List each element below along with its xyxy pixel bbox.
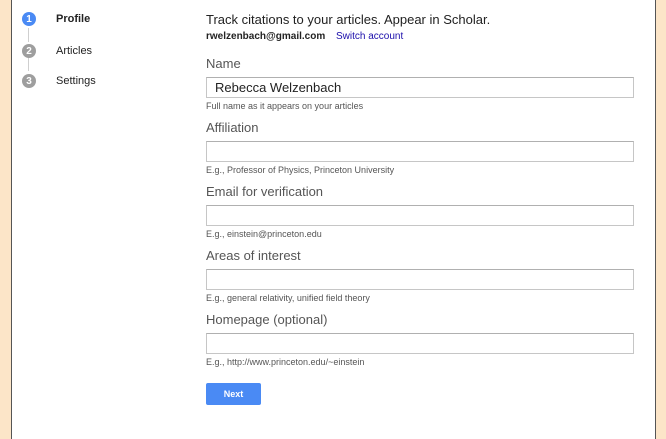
step-number: 1: [22, 12, 36, 26]
profile-form: Track citations to your articles. Appear…: [206, 12, 636, 405]
step-connector: [28, 28, 29, 42]
email-label: Email for verification: [206, 184, 324, 199]
name-label: Name: [206, 56, 241, 71]
interests-input[interactable]: [206, 269, 634, 290]
step-number: 3: [22, 74, 36, 88]
email-help: E.g., einstein@princeton.edu: [206, 229, 322, 239]
next-button[interactable]: Next: [206, 383, 261, 405]
affiliation-help: E.g., Professor of Physics, Princeton Un…: [206, 165, 395, 175]
interests-help: E.g., general relativity, unified field …: [206, 293, 370, 303]
email-input[interactable]: [206, 205, 634, 226]
account-email: rwelzenbach@gmail.com: [206, 31, 326, 42]
interests-field-group: Areas of interest E.g., general relativi…: [206, 248, 636, 304]
affiliation-input[interactable]: [206, 141, 634, 162]
homepage-input[interactable]: [206, 333, 634, 354]
interests-label: Areas of interest: [206, 248, 301, 263]
page-title: Track citations to your articles. Appear…: [206, 12, 491, 27]
account-row: rwelzenbach@gmail.com Switch account: [206, 30, 636, 43]
homepage-label: Homepage (optional): [206, 312, 328, 327]
name-help: Full name as it appears on your articles: [206, 101, 364, 111]
switch-account-link[interactable]: Switch account: [336, 31, 403, 42]
affiliation-label: Affiliation: [206, 120, 259, 135]
step-profile[interactable]: 1 Profile: [22, 9, 90, 29]
step-articles[interactable]: 2 Articles: [22, 41, 92, 61]
email-field-group: Email for verification E.g., einstein@pr…: [206, 184, 636, 240]
step-label: Settings: [56, 75, 96, 87]
homepage-field-group: Homepage (optional) E.g., http://www.pri…: [206, 312, 636, 368]
step-label: Articles: [56, 45, 93, 57]
profile-panel: 1 Profile 2 Articles 3 Settings Track ci…: [11, 0, 656, 439]
name-input[interactable]: [206, 77, 634, 98]
affiliation-field-group: Affiliation E.g., Professor of Physics, …: [206, 120, 636, 176]
step-number: 2: [22, 44, 36, 58]
name-field-group: Name Full name as it appears on your art…: [206, 56, 636, 112]
step-settings[interactable]: 3 Settings: [22, 71, 96, 91]
step-label: Profile: [56, 13, 91, 25]
homepage-help: E.g., http://www.princeton.edu/~einstein: [206, 357, 365, 367]
